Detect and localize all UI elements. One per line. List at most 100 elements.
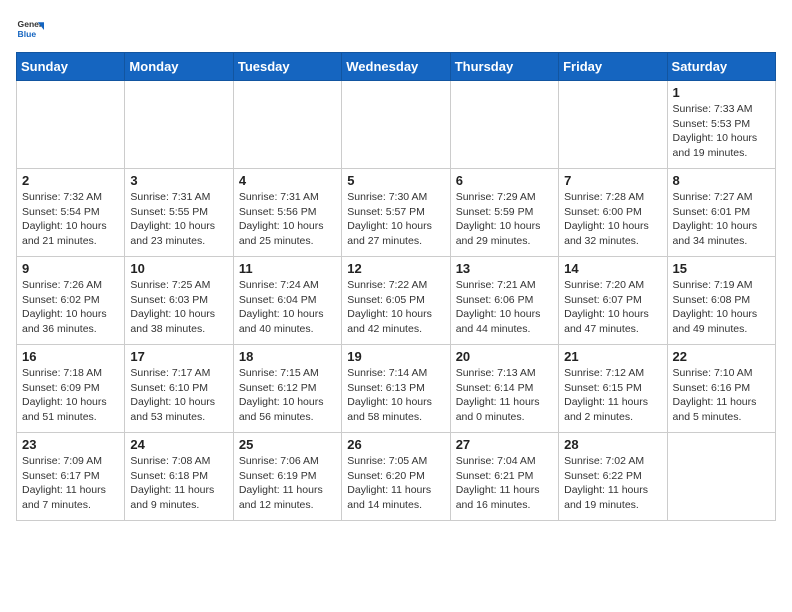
calendar-cell — [450, 81, 558, 169]
calendar-cell: 9Sunrise: 7:26 AM Sunset: 6:02 PM Daylig… — [17, 257, 125, 345]
svg-text:Blue: Blue — [18, 29, 37, 39]
day-info: Sunrise: 7:17 AM Sunset: 6:10 PM Dayligh… — [130, 366, 227, 425]
day-info: Sunrise: 7:08 AM Sunset: 6:18 PM Dayligh… — [130, 454, 227, 513]
weekday-header-monday: Monday — [125, 53, 233, 81]
day-number: 17 — [130, 349, 227, 364]
logo-icon: General Blue — [16, 16, 44, 44]
calendar-cell: 15 Sunrise: 7:19 AM Sunset: 6:08 PM Dayli… — [667, 257, 775, 345]
day-number: 6 — [456, 173, 553, 188]
calendar-cell: 3Sunrise: 7:31 AM Sunset: 5:55 PM Daylig… — [125, 169, 233, 257]
day-number: 21 — [564, 349, 661, 364]
day-number: 26 — [347, 437, 444, 452]
calendar-cell: 17 Sunrise: 7:17 AM Sunset: 6:10 PM Dayli… — [125, 345, 233, 433]
calendar-cell: 26 Sunrise: 7:05 AM Sunset: 6:20 PM Dayli… — [342, 433, 450, 521]
day-info: Sunrise: 7:09 AM Sunset: 6:17 PM Dayligh… — [22, 454, 119, 513]
calendar-cell: 10 Sunrise: 7:25 AM Sunset: 6:03 PM Dayli… — [125, 257, 233, 345]
calendar-cell: 18 Sunrise: 7:15 AM Sunset: 6:12 PM Dayli… — [233, 345, 341, 433]
calendar-cell: 4 Sunrise: 7:31 AM Sunset: 5:56 PM Daylig… — [233, 169, 341, 257]
day-info: Sunrise: 7:15 AM Sunset: 6:12 PM Dayligh… — [239, 366, 336, 425]
day-info: Sunrise: 7:06 AM Sunset: 6:19 PM Dayligh… — [239, 454, 336, 513]
day-number: 14 — [564, 261, 661, 276]
weekday-header-sunday: Sunday — [17, 53, 125, 81]
day-info: Sunrise: 7:19 AM Sunset: 6:08 PM Dayligh… — [673, 278, 770, 337]
page-header: General Blue — [16, 16, 776, 44]
day-info: Sunrise: 7:29 AM Sunset: 5:59 PM Dayligh… — [456, 190, 553, 249]
day-info: Sunrise: 7:26 AM Sunset: 6:02 PM Dayligh… — [22, 278, 119, 337]
calendar-cell: 14 Sunrise: 7:20 AM Sunset: 6:07 PM Dayli… — [559, 257, 667, 345]
calendar-cell: 11 Sunrise: 7:24 AM Sunset: 6:04 PM Dayli… — [233, 257, 341, 345]
calendar-cell: 8 Sunrise: 7:27 AM Sunset: 6:01 PM Daylig… — [667, 169, 775, 257]
day-info: Sunrise: 7:04 AM Sunset: 6:21 PM Dayligh… — [456, 454, 553, 513]
calendar-week-4: 16Sunrise: 7:18 AM Sunset: 6:09 PM Dayli… — [17, 345, 776, 433]
day-info: Sunrise: 7:20 AM Sunset: 6:07 PM Dayligh… — [564, 278, 661, 337]
calendar-week-1: 1 Sunrise: 7:33 AM Sunset: 5:53 PM Daylig… — [17, 81, 776, 169]
calendar-cell: 28 Sunrise: 7:02 AM Sunset: 6:22 PM Dayli… — [559, 433, 667, 521]
calendar-cell: 27Sunrise: 7:04 AM Sunset: 6:21 PM Dayli… — [450, 433, 558, 521]
day-info: Sunrise: 7:25 AM Sunset: 6:03 PM Dayligh… — [130, 278, 227, 337]
calendar-cell: 19 Sunrise: 7:14 AM Sunset: 6:13 PM Dayli… — [342, 345, 450, 433]
day-info: Sunrise: 7:31 AM Sunset: 5:55 PM Dayligh… — [130, 190, 227, 249]
day-info: Sunrise: 7:24 AM Sunset: 6:04 PM Dayligh… — [239, 278, 336, 337]
day-info: Sunrise: 7:12 AM Sunset: 6:15 PM Dayligh… — [564, 366, 661, 425]
day-info: Sunrise: 7:33 AM Sunset: 5:53 PM Dayligh… — [673, 102, 770, 161]
day-number: 15 — [673, 261, 770, 276]
day-number: 4 — [239, 173, 336, 188]
calendar-week-2: 2Sunrise: 7:32 AM Sunset: 5:54 PM Daylig… — [17, 169, 776, 257]
day-number: 12 — [347, 261, 444, 276]
calendar-table: SundayMondayTuesdayWednesdayThursdayFrid… — [16, 52, 776, 521]
weekday-header-friday: Friday — [559, 53, 667, 81]
day-number: 16 — [22, 349, 119, 364]
day-number: 22 — [673, 349, 770, 364]
day-number: 18 — [239, 349, 336, 364]
calendar-cell: 20 Sunrise: 7:13 AM Sunset: 6:14 PM Dayli… — [450, 345, 558, 433]
day-info: Sunrise: 7:21 AM Sunset: 6:06 PM Dayligh… — [456, 278, 553, 337]
day-info: Sunrise: 7:13 AM Sunset: 6:14 PM Dayligh… — [456, 366, 553, 425]
calendar-cell: 13 Sunrise: 7:21 AM Sunset: 6:06 PM Dayli… — [450, 257, 558, 345]
weekday-header-wednesday: Wednesday — [342, 53, 450, 81]
calendar-week-5: 23 Sunrise: 7:09 AM Sunset: 6:17 PM Dayli… — [17, 433, 776, 521]
day-number: 7 — [564, 173, 661, 188]
weekday-header-thursday: Thursday — [450, 53, 558, 81]
day-info: Sunrise: 7:32 AM Sunset: 5:54 PM Dayligh… — [22, 190, 119, 249]
calendar-cell — [125, 81, 233, 169]
calendar-cell: 22 Sunrise: 7:10 AM Sunset: 6:16 PM Dayli… — [667, 345, 775, 433]
calendar-cell — [233, 81, 341, 169]
day-number: 19 — [347, 349, 444, 364]
calendar-cell: 5 Sunrise: 7:30 AM Sunset: 5:57 PM Daylig… — [342, 169, 450, 257]
day-info: Sunrise: 7:22 AM Sunset: 6:05 PM Dayligh… — [347, 278, 444, 337]
day-info: Sunrise: 7:14 AM Sunset: 6:13 PM Dayligh… — [347, 366, 444, 425]
day-info: Sunrise: 7:02 AM Sunset: 6:22 PM Dayligh… — [564, 454, 661, 513]
day-number: 13 — [456, 261, 553, 276]
calendar-cell: 21 Sunrise: 7:12 AM Sunset: 6:15 PM Dayli… — [559, 345, 667, 433]
calendar-cell: 24 Sunrise: 7:08 AM Sunset: 6:18 PM Dayli… — [125, 433, 233, 521]
calendar-cell: 25Sunrise: 7:06 AM Sunset: 6:19 PM Dayli… — [233, 433, 341, 521]
calendar-cell — [559, 81, 667, 169]
day-info: Sunrise: 7:30 AM Sunset: 5:57 PM Dayligh… — [347, 190, 444, 249]
day-info: Sunrise: 7:31 AM Sunset: 5:56 PM Dayligh… — [239, 190, 336, 249]
day-info: Sunrise: 7:27 AM Sunset: 6:01 PM Dayligh… — [673, 190, 770, 249]
calendar-cell — [667, 433, 775, 521]
day-info: Sunrise: 7:05 AM Sunset: 6:20 PM Dayligh… — [347, 454, 444, 513]
day-number: 28 — [564, 437, 661, 452]
day-number: 23 — [22, 437, 119, 452]
day-number: 10 — [130, 261, 227, 276]
day-number: 8 — [673, 173, 770, 188]
calendar-cell: 1 Sunrise: 7:33 AM Sunset: 5:53 PM Daylig… — [667, 81, 775, 169]
day-number: 11 — [239, 261, 336, 276]
day-info: Sunrise: 7:10 AM Sunset: 6:16 PM Dayligh… — [673, 366, 770, 425]
weekday-header-tuesday: Tuesday — [233, 53, 341, 81]
calendar-cell: 2Sunrise: 7:32 AM Sunset: 5:54 PM Daylig… — [17, 169, 125, 257]
calendar-cell: 7 Sunrise: 7:28 AM Sunset: 6:00 PM Daylig… — [559, 169, 667, 257]
calendar-cell: 23 Sunrise: 7:09 AM Sunset: 6:17 PM Dayli… — [17, 433, 125, 521]
day-number: 5 — [347, 173, 444, 188]
day-info: Sunrise: 7:28 AM Sunset: 6:00 PM Dayligh… — [564, 190, 661, 249]
calendar-cell: 12 Sunrise: 7:22 AM Sunset: 6:05 PM Dayli… — [342, 257, 450, 345]
calendar-cell: 16Sunrise: 7:18 AM Sunset: 6:09 PM Dayli… — [17, 345, 125, 433]
calendar-week-3: 9Sunrise: 7:26 AM Sunset: 6:02 PM Daylig… — [17, 257, 776, 345]
calendar-header-row: SundayMondayTuesdayWednesdayThursdayFrid… — [17, 53, 776, 81]
logo: General Blue — [16, 16, 44, 44]
day-number: 20 — [456, 349, 553, 364]
day-number: 24 — [130, 437, 227, 452]
day-number: 1 — [673, 85, 770, 100]
weekday-header-saturday: Saturday — [667, 53, 775, 81]
